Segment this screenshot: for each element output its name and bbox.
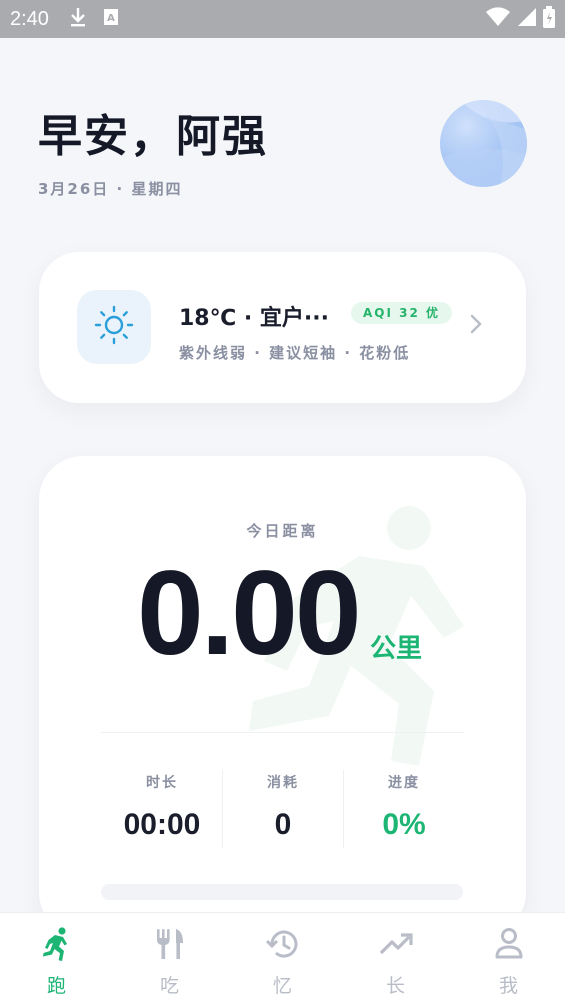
weather-summary: 18℃ · 宜户··· — [179, 306, 330, 331]
weather-details: 紫外线弱 · 建议短袖 · 花粉低 — [179, 344, 411, 362]
runner-icon — [42, 927, 72, 965]
chevron-right-icon — [470, 314, 482, 338]
sun-icon — [94, 305, 134, 349]
signal-icon — [517, 7, 537, 31]
nav-label: 忆 — [272, 975, 292, 997]
stat-duration: 时长 00:00 — [102, 772, 222, 842]
nav-label: 长 — [385, 975, 405, 997]
wifi-icon — [485, 7, 511, 31]
nav-item-growth[interactable]: 长 — [339, 913, 452, 1005]
nav-item-me[interactable]: 我 — [452, 913, 565, 1005]
nav-label: 我 — [498, 975, 518, 997]
header: 早安，阿强 3月26日 · 星期四 — [38, 100, 268, 199]
divider — [101, 732, 464, 733]
stat-value: 00:00 — [123, 808, 201, 841]
stat-value: 0 — [274, 808, 292, 841]
stat-label: 进度 — [388, 775, 420, 791]
distance-value: 0.00 — [137, 546, 362, 680]
text-icon: A — [103, 8, 119, 30]
nav-label: 跑 — [46, 975, 66, 997]
nav-item-memory[interactable]: 忆 — [226, 913, 339, 1005]
avatar[interactable] — [440, 100, 527, 187]
person-icon — [494, 927, 524, 965]
svg-text:A: A — [107, 13, 115, 24]
download-icon — [69, 6, 87, 32]
progress-bar — [101, 884, 463, 900]
nav-label: 吃 — [159, 975, 179, 997]
stat-calories: 消耗 0 — [223, 772, 343, 842]
fork-knife-icon — [154, 927, 186, 965]
today-stats-card: 今日距离 0.00 公里 时长 00:00 消耗 0 进度 0% — [39, 456, 526, 936]
greeting-title: 早安，阿强 — [38, 111, 268, 162]
stat-label: 时长 — [146, 775, 178, 791]
date-label: 3月26日 · 星期四 — [38, 180, 183, 198]
aqi-badge: AQI 32 优 — [351, 302, 453, 324]
status-time: 2:40 — [10, 7, 49, 30]
weather-card[interactable]: 18℃ · 宜户··· AQI 32 优 紫外线弱 · 建议短袖 · 花粉低 — [39, 252, 526, 403]
distance-unit: 公里 — [370, 634, 423, 664]
stat-label: 消耗 — [267, 775, 299, 791]
bottom-nav: 跑 吃 忆 长 我 — [0, 912, 565, 1005]
history-icon — [265, 927, 300, 965]
nav-item-run[interactable]: 跑 — [0, 913, 113, 1005]
trending-up-icon — [379, 927, 413, 965]
weather-icon-box — [77, 290, 151, 364]
status-bar: 2:40 A — [0, 0, 565, 38]
stat-value: 0% — [382, 808, 426, 841]
battery-icon — [543, 6, 555, 32]
nav-item-eat[interactable]: 吃 — [113, 913, 226, 1005]
stat-progress: 进度 0% — [344, 772, 464, 842]
distance-label: 今日距离 — [246, 522, 319, 540]
